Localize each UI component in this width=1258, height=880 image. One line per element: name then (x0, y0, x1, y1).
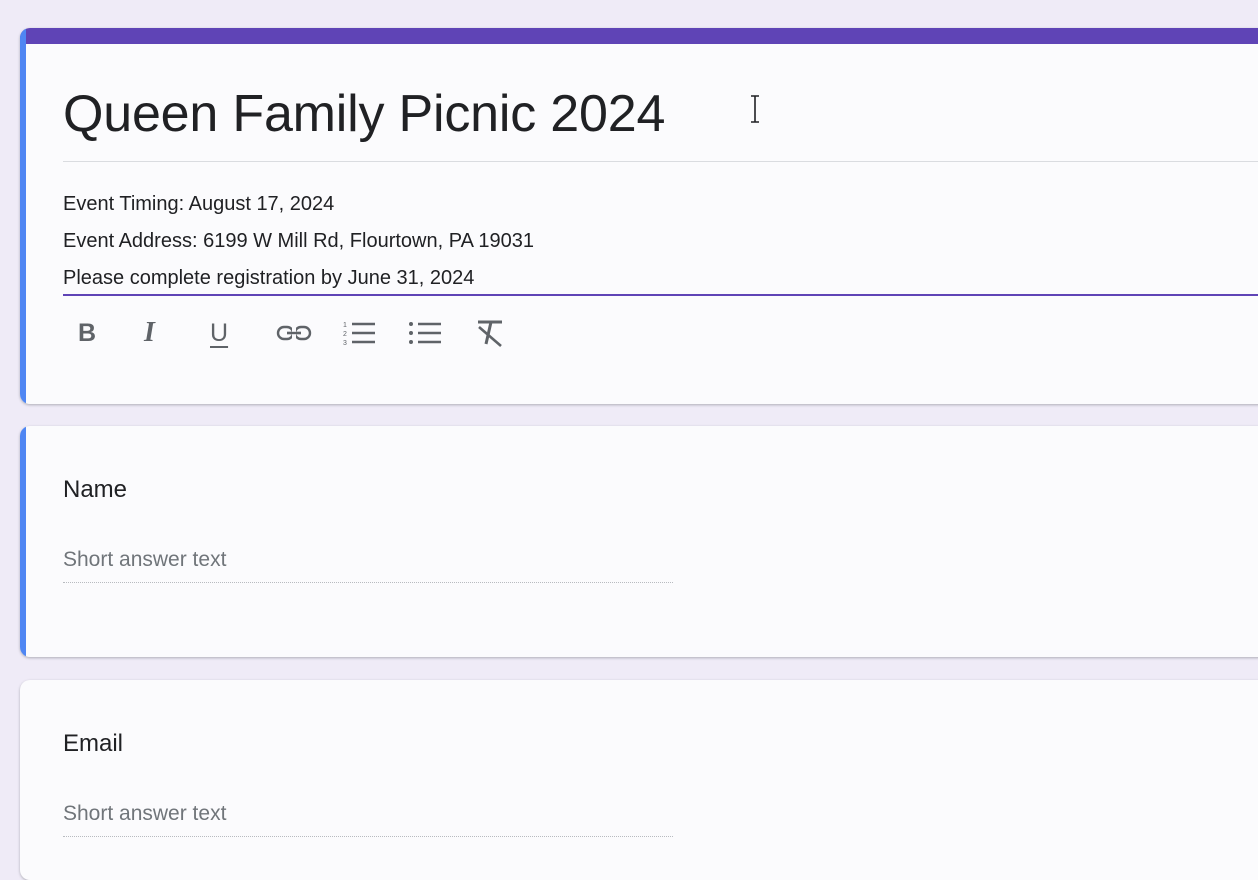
italic-button[interactable]: I (144, 313, 210, 353)
question-card-email[interactable]: Email Short answer text (20, 680, 1258, 880)
underline-icon: U (210, 319, 229, 347)
question-title[interactable]: Name (63, 476, 127, 504)
bulleted-list-icon (409, 322, 441, 344)
underline-button[interactable]: U (210, 313, 276, 353)
form-header-card[interactable]: Queen Family Picnic 2024 Event Timing: A… (20, 28, 1258, 404)
description-line: Event Address: 6199 W Mill Rd, Flourtown… (63, 230, 534, 252)
svg-text:1: 1 (343, 322, 347, 329)
title-underline (63, 161, 1258, 162)
numbered-list-button[interactable]: 1 2 3 (342, 313, 408, 353)
formatting-toolbar: B I U 1 2 3 (78, 313, 540, 353)
bulleted-list-button[interactable] (408, 313, 474, 353)
short-answer-field[interactable]: Short answer text (63, 802, 673, 837)
clear-formatting-icon (478, 320, 502, 347)
active-card-indicator (20, 28, 26, 404)
svg-text:3: 3 (343, 340, 347, 347)
short-answer-field[interactable]: Short answer text (63, 548, 673, 583)
link-icon (276, 325, 312, 341)
form-title[interactable]: Queen Family Picnic 2024 (63, 84, 665, 144)
description-line: Event Timing: August 17, 2024 (63, 193, 335, 215)
theme-color-bar (20, 28, 1258, 44)
active-card-indicator (20, 426, 26, 657)
numbered-list-icon: 1 2 3 (343, 322, 375, 347)
svg-text:2: 2 (343, 331, 347, 338)
bold-icon: B (78, 319, 97, 347)
description-focus-underline (63, 294, 1258, 296)
form-description[interactable]: Event Timing: August 17, 2024 Event Addr… (63, 186, 1258, 297)
clear-formatting-button[interactable] (474, 313, 540, 353)
link-button[interactable] (276, 313, 342, 353)
question-card-name[interactable]: Name Short answer text (20, 426, 1258, 657)
text-cursor-icon (751, 95, 759, 123)
italic-icon: I (144, 317, 155, 348)
bold-button[interactable]: B (78, 313, 144, 353)
description-line: Please complete registration by June 31,… (63, 267, 475, 289)
question-title[interactable]: Email (63, 730, 123, 758)
